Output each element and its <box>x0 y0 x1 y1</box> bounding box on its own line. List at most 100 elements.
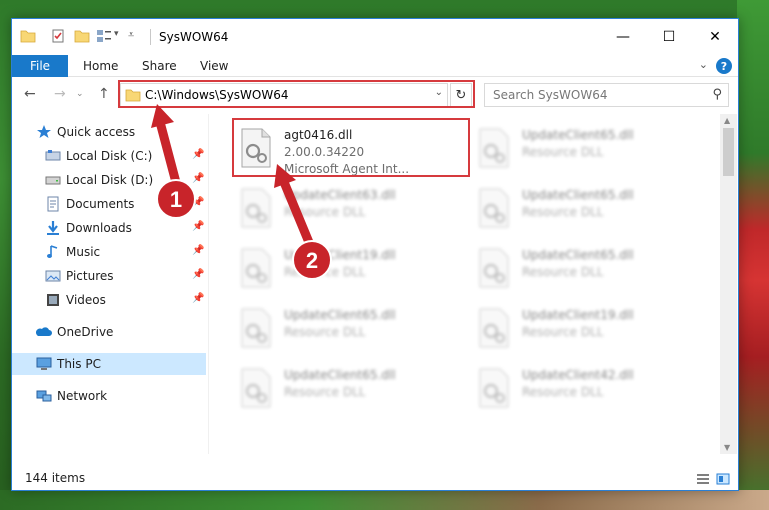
tab-share[interactable]: Share <box>142 59 177 73</box>
pin-icon[interactable]: 📌 <box>192 149 204 160</box>
file-type: Resource DLL <box>284 385 366 399</box>
file-tile[interactable]: UpdateClient63.dll Resource DLL <box>232 180 462 236</box>
pictures-icon <box>45 270 61 282</box>
close-button[interactable]: ✕ <box>692 19 738 55</box>
star-icon <box>37 125 51 138</box>
file-tile[interactable]: UpdateClient65.dll Resource DLL <box>232 360 462 416</box>
file-name: UpdateClient65.dll <box>284 368 396 382</box>
music-icon <box>47 245 58 258</box>
pin-icon[interactable]: 📌 <box>192 197 204 208</box>
file-name: UpdateClient63.dll <box>284 188 396 202</box>
file-name: UpdateClient65.dll <box>522 188 634 202</box>
nav-item-this-pc[interactable]: This PC <box>12 353 206 375</box>
vertical-scrollbar[interactable]: ▲ ▼ <box>720 114 737 454</box>
window-title: SysWOW64 <box>159 30 229 44</box>
file-name: UpdateClient65.dll <box>284 308 396 322</box>
search-placeholder: Search SysWOW64 <box>493 88 608 102</box>
nav-item-pictures[interactable]: Pictures 📌 <box>12 265 206 287</box>
file-type: Resource DLL <box>284 205 366 219</box>
nav-item-onedrive[interactable]: OneDrive <box>12 321 206 343</box>
pin-icon[interactable]: 📌 <box>192 221 204 232</box>
file-type: Resource DLL <box>284 265 366 279</box>
dll-file-icon <box>479 188 509 228</box>
tab-view[interactable]: View <box>200 59 228 73</box>
file-type: Resource DLL <box>522 385 604 399</box>
file-name: UpdateClient65.dll <box>522 248 634 262</box>
title-bar: ▾ ⩡ SysWOW64 — ☐ ✕ <box>12 19 738 55</box>
pin-icon[interactable]: 📌 <box>192 173 204 184</box>
pin-icon[interactable]: 📌 <box>192 245 204 256</box>
file-tile[interactable]: UpdateClient42.dll Resource DLL <box>470 360 700 416</box>
nav-item-quick-access[interactable]: Quick access <box>12 121 206 143</box>
forward-icon[interactable]: → <box>54 86 66 102</box>
scroll-up-icon[interactable]: ▲ <box>724 116 730 125</box>
chevron-down-icon[interactable]: ▾ <box>114 29 119 39</box>
file-tile[interactable]: UpdateClient19.dll Resource DLL <box>232 240 462 296</box>
minimize-button[interactable]: — <box>600 19 646 55</box>
documents-icon <box>47 196 59 212</box>
file-type: Resource DLL <box>284 325 366 339</box>
file-name: UpdateClient65.dll <box>522 128 634 142</box>
folder-icon[interactable] <box>20 28 36 44</box>
tab-file[interactable]: File <box>12 55 68 77</box>
nav-item-downloads[interactable]: Downloads 📌 <box>12 217 206 239</box>
nav-item-network[interactable]: Network <box>12 385 206 407</box>
dll-file-icon <box>479 128 509 168</box>
scroll-down-icon[interactable]: ▼ <box>724 443 730 452</box>
desktop-background-right <box>737 0 769 510</box>
view-options-icon[interactable] <box>96 28 112 44</box>
onedrive-icon <box>36 327 52 336</box>
file-tile[interactable]: UpdateClient65.dll Resource DLL <box>470 180 700 236</box>
dll-file-icon <box>479 368 509 408</box>
up-icon[interactable]: ↑ <box>98 86 110 102</box>
file-name: UpdateClient42.dll <box>522 368 634 382</box>
file-type: Resource DLL <box>522 205 604 219</box>
annotation-highlight-address <box>118 80 475 108</box>
maximize-button[interactable]: ☐ <box>646 19 692 55</box>
pane-divider[interactable] <box>208 114 209 454</box>
nav-item-local-disk-c[interactable]: Local Disk (C:) 📌 <box>12 145 206 167</box>
nav-item-documents[interactable]: Documents 📌 <box>12 193 206 215</box>
recent-locations-icon[interactable]: ⌄ <box>76 89 84 99</box>
tab-home[interactable]: Home <box>83 59 118 73</box>
downloads-icon <box>47 221 59 235</box>
desktop-background-bottom <box>0 490 769 510</box>
scrollbar-thumb[interactable] <box>723 128 734 176</box>
tiles-view-icon[interactable] <box>716 472 730 486</box>
dll-file-icon <box>241 368 271 408</box>
pin-icon[interactable]: 📌 <box>192 293 204 304</box>
file-type: Resource DLL <box>522 265 604 279</box>
file-tile[interactable]: UpdateClient65.dll Resource DLL <box>232 300 462 356</box>
drive-icon <box>45 150 61 161</box>
pin-icon[interactable]: 📌 <box>192 269 204 280</box>
navigation-pane: Quick access Local Disk (C:) 📌 Local Dis… <box>12 114 208 454</box>
item-count: 144 items <box>25 471 86 485</box>
file-type: Resource DLL <box>522 145 604 159</box>
dll-file-icon <box>479 308 509 348</box>
videos-icon <box>47 294 59 306</box>
customize-toolbar-icon[interactable]: ⩡ <box>128 28 134 42</box>
back-icon[interactable]: ← <box>24 86 36 102</box>
nav-item-music[interactable]: Music 📌 <box>12 241 206 263</box>
file-tile[interactable]: UpdateClient19.dll Resource DLL <box>470 300 700 356</box>
chevron-down-icon[interactable]: ⌄ <box>699 58 708 71</box>
dll-file-icon <box>241 308 271 348</box>
file-tile[interactable]: UpdateClient65.dll Resource DLL <box>470 120 700 176</box>
search-icon: ⚲ <box>712 87 722 102</box>
this-pc-icon <box>36 357 52 370</box>
details-view-icon[interactable] <box>696 472 710 486</box>
dll-file-icon <box>241 248 271 288</box>
dll-file-icon <box>479 248 509 288</box>
new-folder-icon[interactable] <box>74 28 90 44</box>
status-bar: 144 items <box>12 469 738 491</box>
file-tile[interactable]: UpdateClient65.dll Resource DLL <box>470 240 700 296</box>
nav-item-videos[interactable]: Videos 📌 <box>12 289 206 311</box>
nav-item-local-disk-d[interactable]: Local Disk (D:) 📌 <box>12 169 206 191</box>
search-input[interactable]: Search SysWOW64 ⚲ <box>484 83 729 107</box>
dll-file-icon <box>241 188 271 228</box>
properties-icon[interactable] <box>50 28 66 44</box>
help-icon[interactable]: ? <box>716 58 732 74</box>
network-icon <box>36 390 52 402</box>
title-separator <box>150 29 151 45</box>
file-type: Resource DLL <box>522 325 604 339</box>
